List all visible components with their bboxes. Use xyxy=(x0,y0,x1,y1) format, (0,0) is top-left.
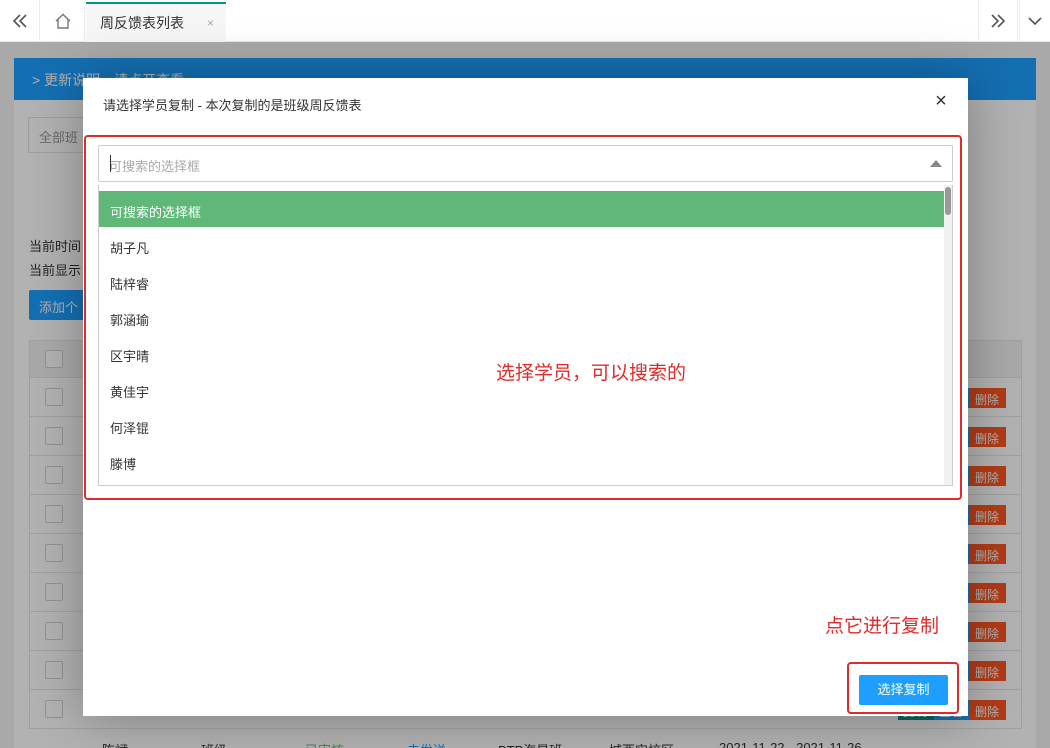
tab-close-icon[interactable]: × xyxy=(207,16,214,30)
close-icon[interactable]: × xyxy=(930,90,952,112)
annotation-select-hint: 选择学员，可以搜索的 xyxy=(496,363,687,384)
annotation-box-select xyxy=(84,135,962,500)
tab-label: 周反馈表列表 xyxy=(100,15,184,31)
home-tab[interactable] xyxy=(41,0,85,42)
chevron-down-icon xyxy=(1028,17,1042,26)
double-chevron-left-icon xyxy=(12,14,27,28)
tab-bar: 周反馈表列表 × xyxy=(0,0,1050,42)
scroll-right-button[interactable] xyxy=(978,0,1018,42)
scroll-left-button[interactable] xyxy=(0,0,40,42)
home-icon xyxy=(55,13,70,29)
modal-title: 请选择学员复制 - 本次复制的是班级周反馈表 xyxy=(103,98,362,113)
double-chevron-right-icon xyxy=(991,14,1006,28)
tab-menu-button[interactable] xyxy=(1019,0,1050,42)
select-copy-button[interactable]: 选择复制 xyxy=(859,675,948,705)
annotation-copy-hint: 点它进行复制 xyxy=(825,616,940,637)
tab-weekly-feedback-list[interactable]: 周反馈表列表 × xyxy=(86,2,226,42)
